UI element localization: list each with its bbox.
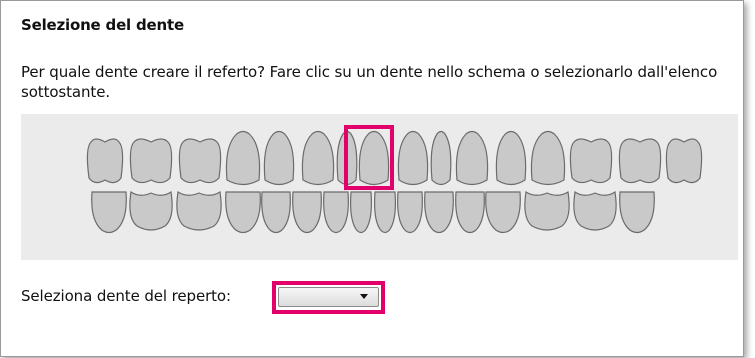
upper-tooth-12[interactable] xyxy=(495,130,527,186)
lower-tooth-13[interactable] xyxy=(485,191,521,234)
upper-tooth-5[interactable] xyxy=(263,130,295,186)
upper-tooth-13[interactable] xyxy=(530,130,566,186)
tooth-selection-dialog: Selezione del dente Per quale dente crea… xyxy=(0,0,744,357)
lower-tooth-8[interactable] xyxy=(350,191,372,234)
lower-tooth-1[interactable] xyxy=(91,191,127,234)
lower-tooth-3[interactable] xyxy=(176,191,222,231)
lower-tooth-16[interactable] xyxy=(619,191,655,234)
upper-tooth-15[interactable] xyxy=(618,138,662,184)
highlighted-tooth-frame xyxy=(344,125,394,190)
lower-tooth-12[interactable] xyxy=(455,191,485,234)
lower-tooth-7[interactable] xyxy=(323,191,349,234)
lower-tooth-11[interactable] xyxy=(424,191,454,234)
upper-tooth-10[interactable] xyxy=(430,130,452,186)
upper-tooth-6[interactable] xyxy=(301,130,335,186)
dialog-title: Selezione del dente xyxy=(21,16,184,34)
lower-tooth-5[interactable] xyxy=(261,191,291,234)
upper-tooth-3[interactable] xyxy=(178,138,222,184)
lower-tooth-15[interactable] xyxy=(573,190,617,231)
lower-tooth-4[interactable] xyxy=(225,191,261,234)
upper-tooth-9[interactable] xyxy=(397,130,429,186)
select-tooth-label: Seleziona dente del reperto: xyxy=(21,287,231,305)
tooth-dropdown[interactable] xyxy=(278,287,379,307)
chevron-down-icon xyxy=(360,294,368,299)
upper-tooth-16[interactable] xyxy=(665,138,703,184)
lower-tooth-10[interactable] xyxy=(397,191,423,234)
lower-tooth-2[interactable] xyxy=(129,190,173,231)
upper-tooth-2[interactable] xyxy=(129,138,173,184)
upper-tooth-4[interactable] xyxy=(225,130,261,186)
lower-tooth-14[interactable] xyxy=(524,191,570,231)
upper-tooth-1[interactable] xyxy=(86,138,124,184)
upper-tooth-11[interactable] xyxy=(455,130,489,186)
instruction-text: Per quale dente creare il referto? Fare … xyxy=(21,63,718,101)
lower-tooth-9[interactable] xyxy=(374,191,396,234)
lower-tooth-6[interactable] xyxy=(292,191,322,234)
upper-tooth-14[interactable] xyxy=(569,138,613,184)
